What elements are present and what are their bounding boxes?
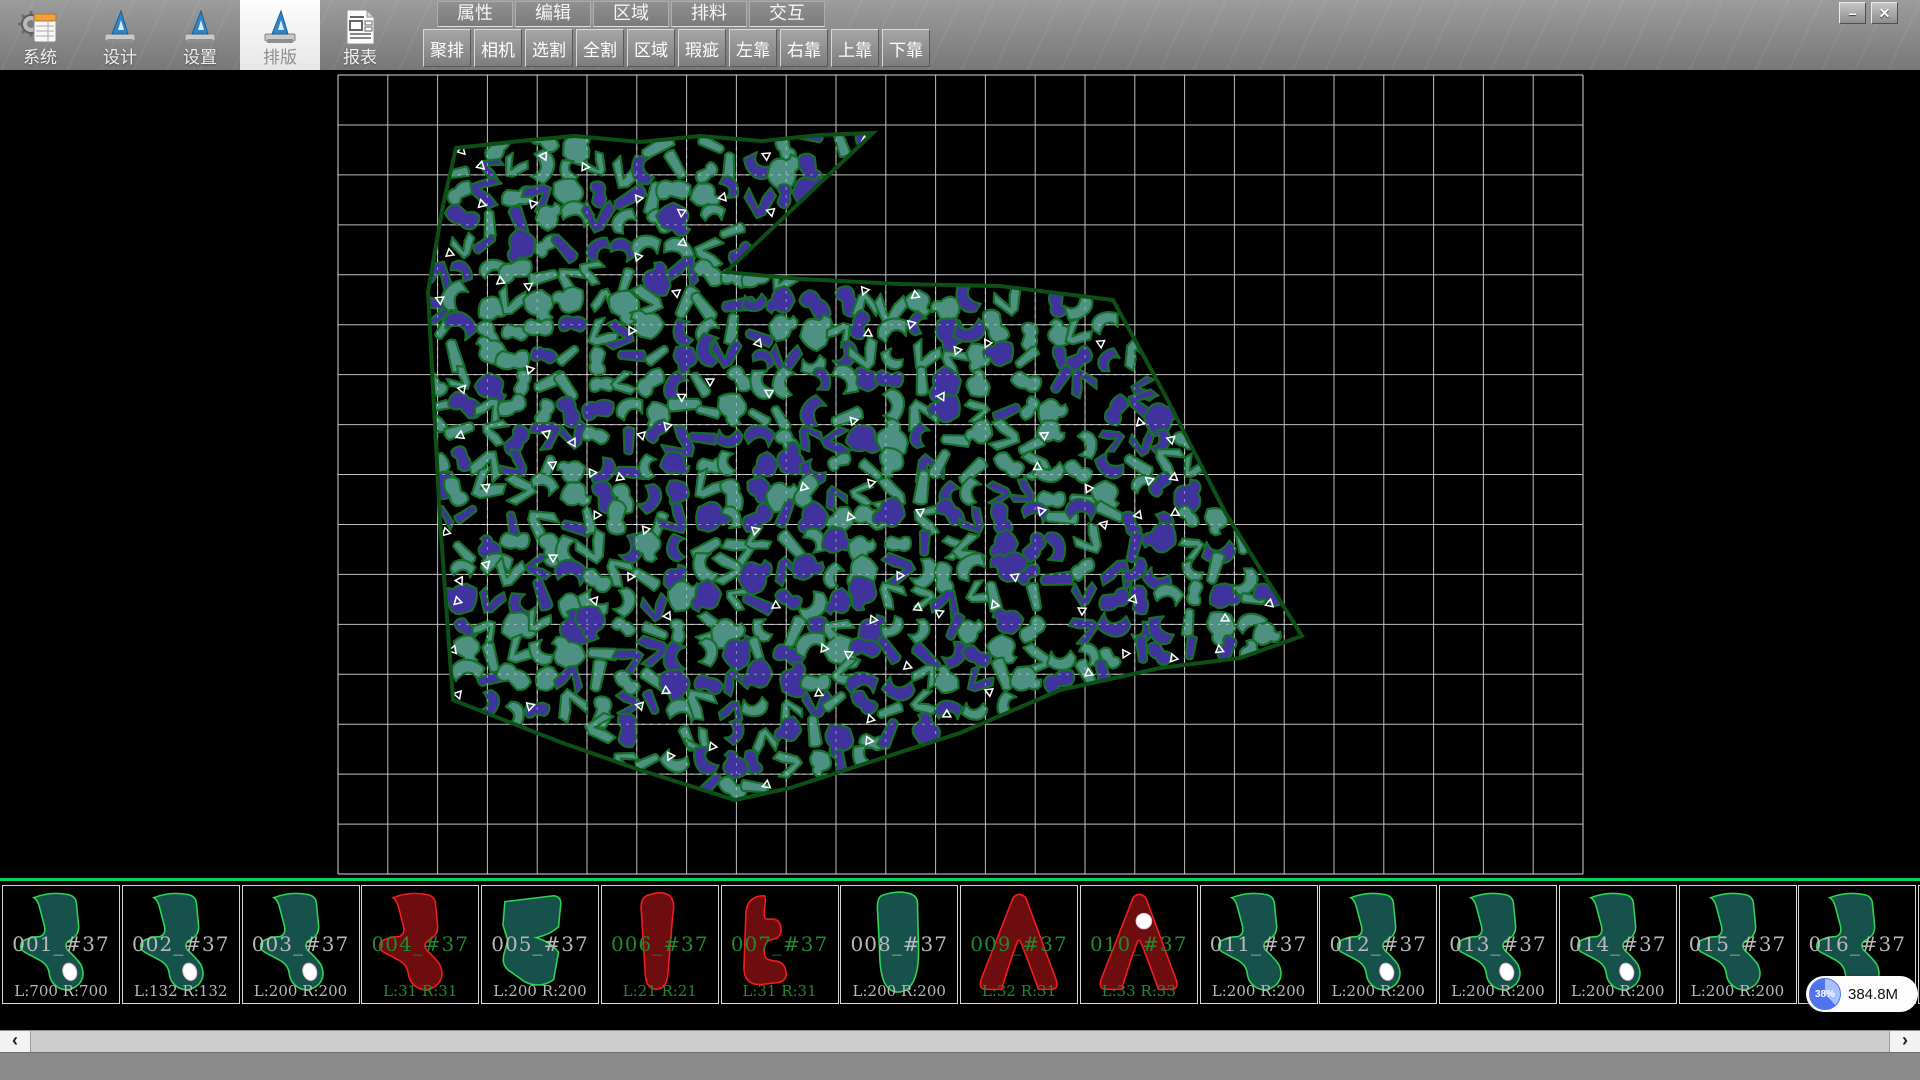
thumbnail-label: 012_#37 — [1320, 932, 1436, 956]
thumbnail-lr-count: L:132 R:132 — [123, 982, 239, 1000]
thumbnail-005_#37[interactable]: 005_#37 L:200 R:200 — [481, 885, 599, 1004]
thumbnail-008_#37[interactable]: 008_#37 L:200 R:200 — [840, 885, 958, 1004]
main-button-1[interactable]: 系统 — [0, 0, 80, 70]
thumbnail-lr-count: L:200 R:200 — [1440, 982, 1556, 1000]
scroll-right-button[interactable]: › — [1889, 1031, 1920, 1052]
tool-button-10[interactable]: 下靠 — [882, 29, 930, 67]
menu-item-4[interactable]: 排料 — [671, 1, 747, 27]
main-button-2[interactable]: 设计 — [80, 0, 160, 70]
tool-button-6[interactable]: 瑕疵 — [678, 29, 726, 67]
thumbnail-label: 010_#37 — [1081, 932, 1197, 956]
thumbnail-lr-count: L:200 R:200 — [1320, 982, 1436, 1000]
menu-item-1[interactable]: 属性 — [437, 1, 513, 27]
thumbnail-lr-count: L:200 R:200 — [243, 982, 359, 1000]
thumbnail-label: 013_#37 — [1440, 932, 1556, 956]
tool-button-1[interactable]: 聚排 — [423, 29, 471, 67]
thumbnail-014_#37[interactable]: 014_#37 L:200 R:200 — [1559, 885, 1677, 1004]
gear-icon — [18, 7, 62, 47]
thumbnail-lr-count: L:32 R:31 — [961, 982, 1077, 1000]
thumbnail-013_#37[interactable]: 013_#37 L:200 R:200 — [1439, 885, 1557, 1004]
thumbnail-lr-count: L:700 R:700 — [3, 982, 119, 1000]
toolbar: 系统 设计 设置 排版 报表 属性编辑区域排料交互 聚排相机选割全割区域瑕疵左靠… — [0, 0, 1920, 71]
ruler-icon — [178, 7, 222, 47]
thumbnail-label: 016_#37 — [1799, 932, 1915, 956]
thumbnail-label: 007_#37 — [722, 932, 838, 956]
thumbnail-009_#37[interactable]: 009_#37 L:32 R:31 — [960, 885, 1078, 1004]
thumbnail-label: 004_#37 — [362, 932, 478, 956]
thumbnail-label: 003_#37 — [243, 932, 359, 956]
main-button-4[interactable]: 排版 — [240, 0, 320, 70]
thumbnail-011_#37[interactable]: 011_#37 L:200 R:200 — [1200, 885, 1318, 1004]
progress-percent-circle: 38% — [1809, 978, 1841, 1010]
thumbnail-label: 006_#37 — [602, 932, 718, 956]
thumbnail-012_#37[interactable]: 012_#37 L:200 R:200 — [1319, 885, 1437, 1004]
thumbnail-lr-count: L:33 R:33 — [1081, 982, 1197, 1000]
thumbnail-lr-count: L:200 R:200 — [1201, 982, 1317, 1000]
thumbnail-lr-count: L:21 R:21 — [602, 982, 718, 1000]
menu-bar: 属性编辑区域排料交互 — [437, 1, 827, 27]
thumbnail-lr-count: L:31 R:31 — [362, 982, 478, 1000]
thumbnail-label: 015_#37 — [1680, 932, 1796, 956]
thumbnail-lr-count: L:200 R:200 — [1560, 982, 1676, 1000]
thumbnail-label: 009_#37 — [961, 932, 1077, 956]
horizontal-scrollbar[interactable]: ‹ › — [0, 1030, 1920, 1052]
main-button-label: 报表 — [343, 49, 377, 67]
tool-button-5[interactable]: 区域 — [627, 29, 675, 67]
scroll-left-button[interactable]: ‹ — [0, 1031, 31, 1052]
thumbnail-007_#37[interactable]: 007_#37 L:31 R:31 — [721, 885, 839, 1004]
thumbnail-label: 002_#37 — [123, 932, 239, 956]
tool-button-4[interactable]: 全割 — [576, 29, 624, 67]
menu-item-3[interactable]: 区域 — [593, 1, 669, 27]
thumbnail-lr-count: L:200 R:200 — [482, 982, 598, 1000]
status-bar — [0, 1052, 1920, 1080]
thumbnail-003_#37[interactable]: 003_#37 L:200 R:200 — [242, 885, 360, 1004]
thumbnail-015_#37[interactable]: 015_#37 L:200 R:200 — [1679, 885, 1797, 1004]
main-button-label: 排版 — [263, 49, 297, 67]
menu-item-2[interactable]: 编辑 — [515, 1, 591, 27]
thumbnail-label: 008_#37 — [841, 932, 957, 956]
strip-divider — [0, 878, 1920, 881]
tool-button-3[interactable]: 选割 — [525, 29, 573, 67]
thumbnail-lr-count: L:31 R:31 — [722, 982, 838, 1000]
main-button-5[interactable]: 报表 — [320, 0, 400, 70]
thumbnail-001_#37[interactable]: 001_#37 L:700 R:700 — [2, 885, 120, 1004]
report-icon — [338, 7, 382, 47]
ruler-icon — [258, 7, 302, 47]
app-window: 系统 设计 设置 排版 报表 属性编辑区域排料交互 聚排相机选割全割区域瑕疵左靠… — [0, 0, 1920, 1080]
main-button-label: 系统 — [23, 49, 57, 67]
memory-usage: 384.8M — [1848, 986, 1898, 1003]
thumbnail-label: 001_#37 — [3, 932, 119, 956]
thumbnail-label: 005_#37 — [482, 932, 598, 956]
tool-button-2[interactable]: 相机 — [474, 29, 522, 67]
main-button-label: 设计 — [103, 49, 137, 67]
window-controls: – ✕ — [1839, 2, 1898, 24]
tool-bar: 聚排相机选割全割区域瑕疵左靠右靠上靠下靠 — [423, 29, 933, 67]
thumbnail-010_#37[interactable]: 010_#37 L:33 R:33 — [1080, 885, 1198, 1004]
tool-button-9[interactable]: 上靠 — [831, 29, 879, 67]
thumbnail-004_#37[interactable]: 004_#37 L:31 R:31 — [361, 885, 479, 1004]
progress-percent: 38% — [1815, 989, 1835, 1000]
thumbnail-lr-count: L:200 R:200 — [1680, 982, 1796, 1000]
thumbnail-002_#37[interactable]: 002_#37 L:132 R:132 — [122, 885, 240, 1004]
tool-button-7[interactable]: 左靠 — [729, 29, 777, 67]
thumbnail-label: 011_#37 — [1201, 932, 1317, 956]
thumbnail-006_#37[interactable]: 006_#37 L:21 R:21 — [601, 885, 719, 1004]
close-button[interactable]: ✕ — [1871, 2, 1898, 24]
progress-badge: 38% 384.8M — [1806, 976, 1918, 1012]
minimize-button[interactable]: – — [1839, 2, 1866, 24]
main-button-label: 设置 — [183, 49, 217, 67]
menu-item-5[interactable]: 交互 — [749, 1, 825, 27]
main-button-3[interactable]: 设置 — [160, 0, 240, 70]
thumbnail-label: 014_#37 — [1560, 932, 1676, 956]
ruler-icon — [98, 7, 142, 47]
thumbnail-lr-count: L:200 R:200 — [841, 982, 957, 1000]
tool-button-8[interactable]: 右靠 — [780, 29, 828, 67]
